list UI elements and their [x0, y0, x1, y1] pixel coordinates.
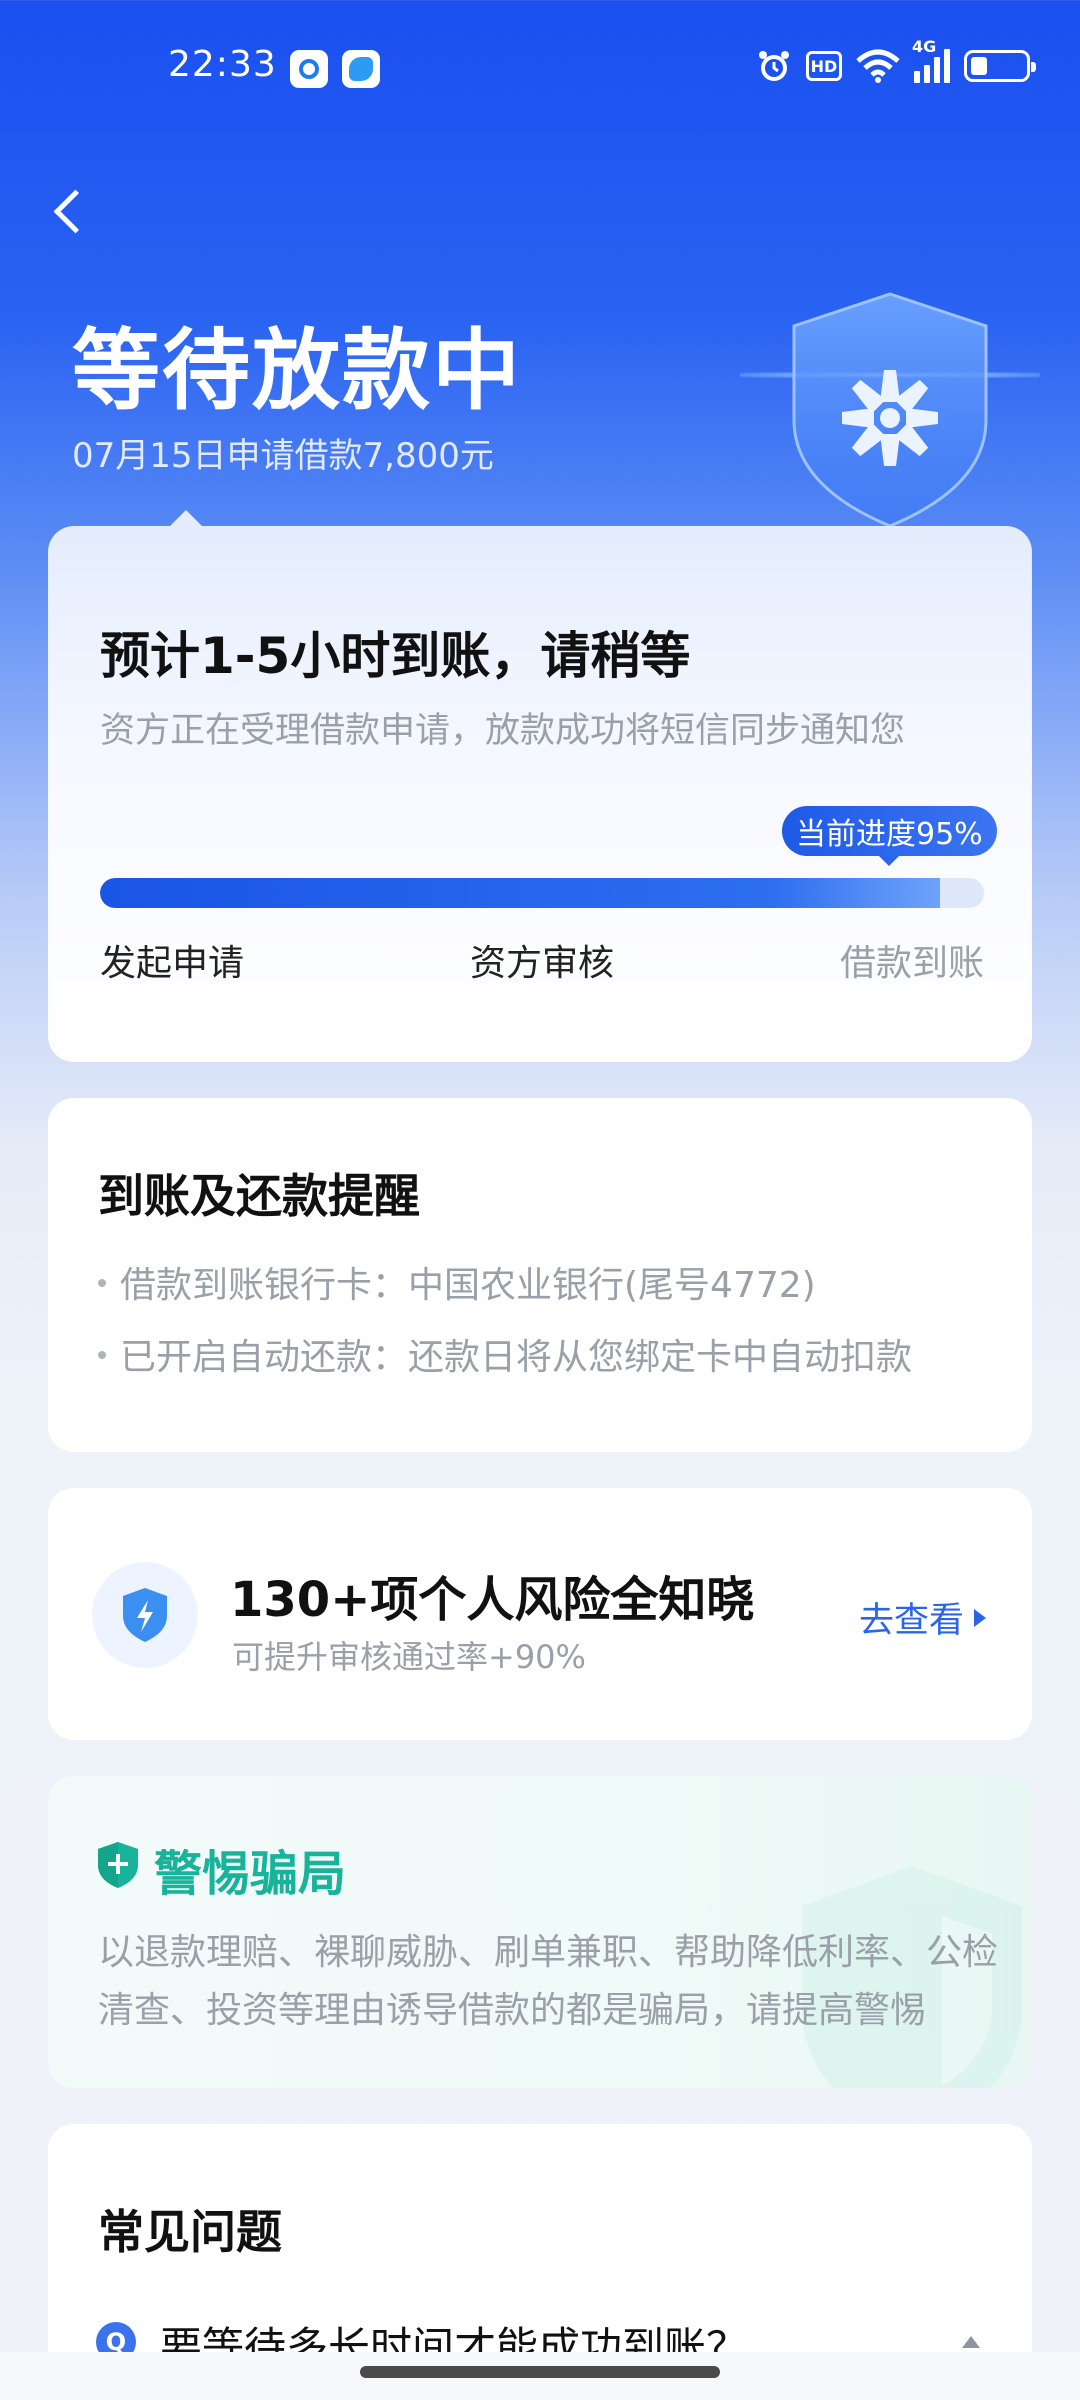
warning-shield-icon — [98, 1842, 138, 1888]
eta-description: 资方正在受理借款申请，放款成功将短信同步通知您 — [100, 711, 906, 751]
progress-bar-fill — [100, 878, 940, 908]
step-disbursed: 借款到账 — [839, 943, 984, 984]
home-indicator[interactable] — [360, 2366, 720, 2378]
status-bar: 22:33 HD 4G — [0, 0, 1080, 130]
reminder-auto-repay: 已开启自动还款：还款日将从您绑定卡中自动扣款 — [98, 1328, 912, 1380]
shield-lightning-icon — [123, 1588, 167, 1642]
risk-title: 130+项个人风险全知晓 — [230, 1572, 755, 1628]
collapse-arrow-icon[interactable] — [962, 2336, 980, 2348]
progress-card: 预计1-5小时到账，请稍等 资方正在受理借款申请，放款成功将短信同步通知您 当前… — [48, 526, 1032, 1062]
progress-steps: 发起申请 资方审核 借款到账 — [100, 934, 984, 986]
loan-application-summary: 07月15日申请借款7,800元 — [72, 436, 494, 476]
leaf-app-icon — [342, 50, 380, 88]
risk-subtitle: 可提升审核通过率+90% — [232, 1638, 586, 1676]
network-label: 4G — [912, 37, 937, 56]
warning-text: 以退款理赔、裸聊威胁、刷单兼职、帮助降低利率、公检清查、投资等理由诱导借款的都是… — [98, 1932, 999, 2031]
progress-bar — [100, 878, 984, 908]
status-icons: HD 4G — [756, 37, 1036, 84]
fraud-warning-card: 警惕骗局 以退款理赔、裸聊威胁、刷单兼职、帮助降低利率、公检清查、投资等理由诱导… — [48, 1776, 1032, 2088]
page-title: 等待放款中 — [72, 319, 523, 422]
back-button[interactable] — [42, 180, 102, 240]
wifi-icon — [856, 49, 900, 83]
battery-icon — [964, 50, 1036, 82]
reminder-card: 到账及还款提醒 借款到账银行卡：中国农业银行(尾号4772) 已开启自动还款：还… — [48, 1098, 1032, 1452]
reminder-bank-card-text: 借款到账银行卡：中国农业银行(尾号4772) — [120, 1265, 816, 1306]
shield-logo-icon — [792, 292, 988, 528]
reminder-bank-card: 借款到账银行卡：中国农业银行(尾号4772) — [98, 1256, 816, 1308]
card-pointer — [170, 510, 202, 526]
reminder-title: 到账及还款提醒 — [98, 1169, 420, 1223]
progress-badge: 当前进度95% — [782, 806, 997, 866]
hd-icon: HD — [806, 51, 842, 81]
search-app-icon — [290, 50, 328, 88]
eta-title: 预计1-5小时到账，请稍等 — [100, 627, 691, 685]
reminder-auto-repay-text: 已开启自动还款：还款日将从您绑定卡中自动扣款 — [120, 1337, 913, 1378]
step-apply: 发起申请 — [100, 943, 245, 984]
risk-icon-circle — [92, 1562, 198, 1668]
view-risk-label: 去查看 — [858, 1601, 964, 1641]
warning-title: 警惕骗局 — [154, 1846, 347, 1902]
risk-check-card[interactable]: 130+项个人风险全知晓 可提升审核通过率+90% 去查看 — [48, 1488, 1032, 1740]
faq-title: 常见问题 — [98, 2205, 282, 2259]
play-arrow-icon — [974, 1608, 986, 1627]
step-review: 资方审核 — [469, 943, 614, 984]
view-risk-link[interactable]: 去查看 — [859, 1592, 986, 1643]
alarm-icon — [759, 51, 789, 81]
status-time: 22:33 — [168, 44, 277, 85]
